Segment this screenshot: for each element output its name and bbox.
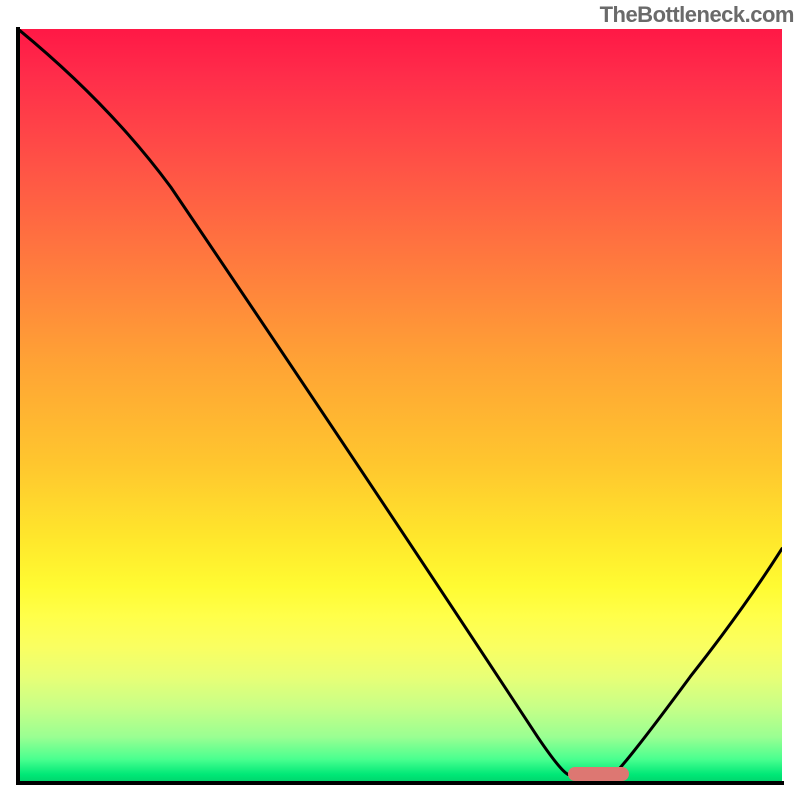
- y-axis: [16, 27, 20, 784]
- x-axis: [16, 781, 784, 785]
- optimal-range-marker: [568, 767, 629, 781]
- chart-plot-area: [18, 29, 782, 782]
- chart-line: [18, 29, 782, 782]
- watermark-text: TheBottleneck.com: [600, 2, 794, 28]
